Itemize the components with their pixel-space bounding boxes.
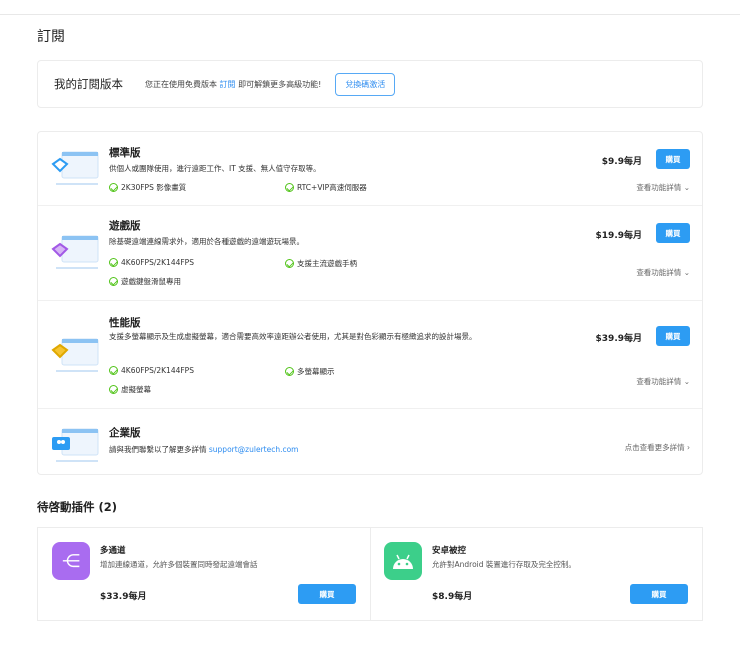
feature-label: RTC+VIP高速伺服器 <box>297 183 367 192</box>
view-details-label: 查看功能詳情 <box>636 377 682 386</box>
enterprise-details-link[interactable]: 点击查看更多詳情 › <box>625 442 690 453</box>
plan-price: $9.9每月 <box>601 157 642 167</box>
plan-price: $39.9每月 <box>595 334 642 344</box>
plan-price: $19.9每月 <box>595 231 642 241</box>
multichannel-icon: ⋲ <box>52 542 90 580</box>
view-details-label: 查看功能詳情 <box>636 183 682 192</box>
feature-label: 支援主流遊戲手柄 <box>297 259 357 268</box>
feature-label: 4K60FPS/2K144FPS <box>121 366 194 375</box>
feature: 4K60FPS/2K144FPS <box>109 366 194 375</box>
standard-plan-icon <box>51 151 99 185</box>
feature-label: 4K60FPS/2K144FPS <box>121 258 194 267</box>
chevron-down-icon: ⌄ <box>683 268 690 277</box>
gaming-plan-icon <box>51 235 99 269</box>
buy-button[interactable]: 購買 <box>656 326 690 346</box>
plan-description: 除基礎遠端連線需求外，適用於各種遊戲的遠端遊玩場景。 <box>109 237 304 246</box>
plan-gaming: 遊戲版 除基礎遠端連線需求外，適用於各種遊戲的遠端遊玩場景。 4K60FPS/2… <box>38 206 702 301</box>
chevron-down-icon: ⌄ <box>683 377 690 386</box>
redeem-code-button[interactable]: 兌換碼激活 <box>335 72 396 96</box>
plugin-card-multichannel: ⋲ 多通道 增加連線通道，允許多個裝置同時發起遠端會話 $33.9每月 購買 <box>37 527 371 621</box>
feature-label: 多螢幕顯示 <box>297 367 335 376</box>
support-email-link[interactable]: support@zulertech.com <box>209 445 299 454</box>
feature: RTC+VIP高速伺服器 <box>285 182 367 193</box>
subscription-status: 您正在使用免費版本 訂閱 即可解鎖更多高級功能! <box>145 79 321 90</box>
plugin-price: $33.9每月 <box>100 592 147 602</box>
feature: 4K60FPS/2K144FPS <box>109 258 194 267</box>
view-details-link[interactable]: 查看功能詳情 ⌄ <box>636 267 690 278</box>
check-icon <box>285 367 294 376</box>
check-icon <box>109 366 118 375</box>
check-icon <box>109 385 118 394</box>
plan-description: 供個人或團隊使用，進行遠距工作、IT 支援、無人值守存取等。 <box>109 164 321 173</box>
enterprise-details-label: 点击查看更多詳情 <box>624 443 685 452</box>
plan-name: 標準版 <box>109 147 141 159</box>
contact-text: 請與我們聯繫以了解更多詳情 <box>109 445 207 454</box>
plan-name: 性能版 <box>109 317 141 329</box>
chevron-right-icon: › <box>687 443 690 452</box>
subscribe-link[interactable]: 訂閱 <box>220 80 236 89</box>
buy-button[interactable]: 購買 <box>630 584 688 604</box>
feature: 支援主流遊戲手柄 <box>285 258 357 269</box>
buy-button[interactable]: 購買 <box>298 584 356 604</box>
feature-label: 虛擬螢幕 <box>121 385 151 394</box>
plugin-name: 多通道 <box>100 546 126 556</box>
view-details-link[interactable]: 查看功能詳情 ⌄ <box>636 182 690 193</box>
pending-plugins-heading: 待啓動插件 (2) <box>37 500 118 514</box>
feature-label: 2K30FPS 影像畫質 <box>121 183 187 192</box>
feature: 虛擬螢幕 <box>109 384 151 395</box>
plan-name: 企業版 <box>109 427 141 439</box>
my-subscription-panel: 我的訂閱版本 您正在使用免費版本 訂閱 即可解鎖更多高級功能! 兌換碼激活 <box>37 60 703 108</box>
enterprise-contact: 請與我們聯繫以了解更多詳情 support@zulertech.com <box>109 444 509 456</box>
feature-label: 遊戲鍵盤滑鼠專用 <box>121 277 181 286</box>
plugin-description: 允許對Android 裝置進行存取及完全控制。 <box>432 560 576 569</box>
feature: 2K30FPS 影像畫質 <box>109 182 186 193</box>
plugin-description: 增加連線通道，允許多個裝置同時發起遠端會話 <box>100 560 258 569</box>
plans-list: 標準版 供個人或團隊使用，進行遠距工作、IT 支援、無人值守存取等。 2K30F… <box>37 131 703 475</box>
enterprise-plan-icon <box>52 428 99 462</box>
feature: 多螢幕顯示 <box>285 366 335 377</box>
plan-standard: 標準版 供個人或團隊使用，進行遠距工作、IT 支援、無人值守存取等。 2K30F… <box>38 132 702 206</box>
plan-name: 遊戲版 <box>109 220 141 232</box>
page-title: 訂閱 <box>37 29 65 45</box>
check-icon <box>285 183 294 192</box>
plan-performance: 性能版 支援多螢幕顯示及生成虛擬螢幕，適合需要高效率遠距辦公者使用，尤其是對色彩… <box>38 301 702 409</box>
view-details-label: 查看功能詳情 <box>636 268 682 277</box>
plugin-card-android: 安卓被控 允許對Android 裝置進行存取及完全控制。 $8.9每月 購買 <box>370 527 703 621</box>
check-icon <box>109 258 118 267</box>
check-icon <box>285 259 294 268</box>
plugin-name: 安卓被控 <box>432 546 467 556</box>
buy-button[interactable]: 購買 <box>656 149 690 169</box>
status-text-after: 即可解鎖更多高級功能! <box>238 79 322 89</box>
plugin-price: $8.9每月 <box>432 592 473 602</box>
performance-plan-icon <box>51 338 99 372</box>
subscription-heading: 我的訂閱版本 <box>54 77 123 91</box>
top-divider <box>0 14 740 15</box>
android-icon <box>384 542 422 580</box>
buy-button[interactable]: 購買 <box>656 223 690 243</box>
feature: 遊戲鍵盤滑鼠專用 <box>109 276 181 287</box>
status-text: 您正在使用免費版本 <box>145 79 217 89</box>
plan-description: 支援多螢幕顯示及生成虛擬螢幕，適合需要高效率遠距辦公者使用，尤其是對色彩顯示有極… <box>109 332 477 341</box>
chevron-down-icon: ⌄ <box>683 183 690 192</box>
check-icon <box>109 277 118 286</box>
view-details-link[interactable]: 查看功能詳情 ⌄ <box>636 376 690 387</box>
plan-enterprise: 企業版 請與我們聯繫以了解更多詳情 support@zulertech.com … <box>38 409 702 475</box>
check-icon <box>109 183 118 192</box>
